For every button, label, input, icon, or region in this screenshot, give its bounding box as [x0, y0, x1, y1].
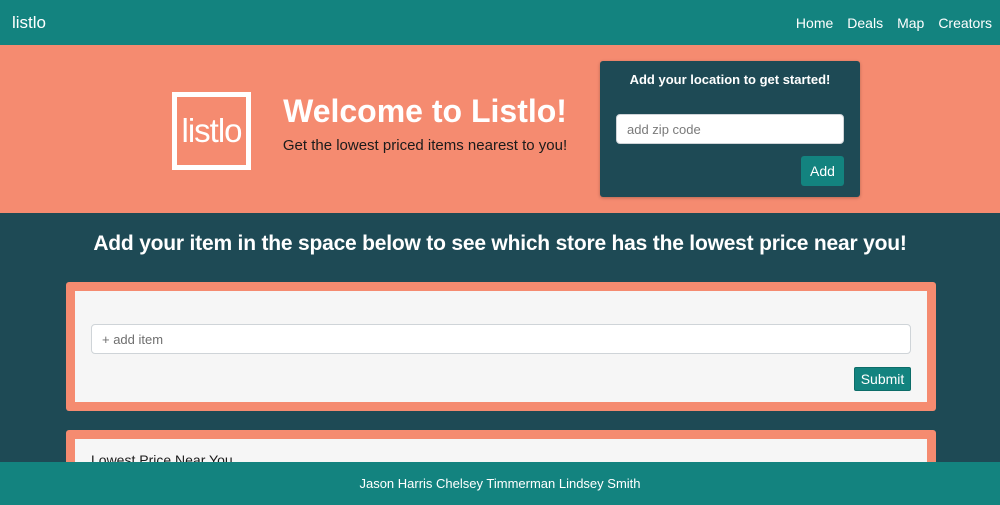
zip-code-input[interactable] — [616, 114, 844, 144]
welcome-subtitle: Get the lowest priced items nearest to y… — [282, 137, 568, 154]
add-item-input[interactable] — [91, 324, 911, 354]
location-card: Add your location to get started! Add — [600, 61, 860, 197]
nav-link-creators[interactable]: Creators — [938, 15, 992, 31]
footer-creators: Jason Harris Chelsey Timmerman Lindsey S… — [359, 476, 641, 491]
submit-button[interactable]: Submit — [854, 367, 911, 391]
nav-link-home[interactable]: Home — [796, 15, 833, 31]
nav-link-deals[interactable]: Deals — [847, 15, 883, 31]
add-item-card-body: Submit — [75, 291, 927, 402]
add-item-card: Submit — [66, 282, 936, 411]
main-heading: Add your item in the space below to see … — [93, 232, 907, 255]
location-card-title: Add your location to get started! — [629, 72, 831, 87]
add-location-button[interactable]: Add — [801, 156, 844, 186]
welcome-title: Welcome to Listlo! — [283, 93, 567, 129]
listlo-logo: listlo — [172, 92, 251, 170]
hero-banner: listlo Welcome to Listlo! Get the lowest… — [0, 45, 1000, 213]
nav-links: Home Deals Map Creators — [796, 15, 992, 31]
footer: Jason Harris Chelsey Timmerman Lindsey S… — [0, 462, 1000, 505]
navbar: listlo Home Deals Map Creators — [0, 0, 1000, 45]
brand-link[interactable]: listlo — [12, 13, 46, 33]
logo-text: listlo — [181, 112, 242, 149]
nav-link-map[interactable]: Map — [897, 15, 924, 31]
